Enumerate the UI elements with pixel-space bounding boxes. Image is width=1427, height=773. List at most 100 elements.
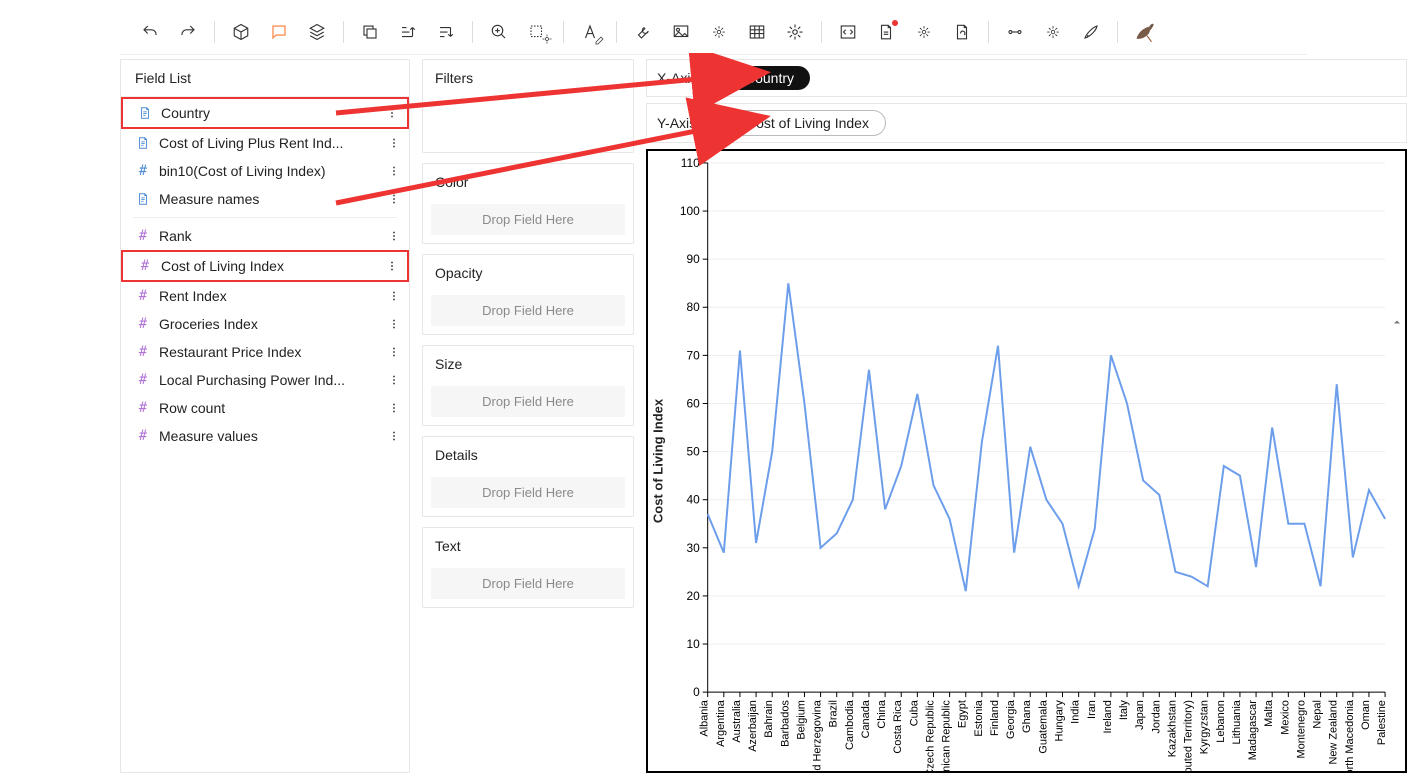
svg-text:100: 100: [680, 204, 700, 218]
more-icon[interactable]: [383, 106, 401, 120]
layers-icon[interactable]: [299, 16, 335, 48]
y-axis-bar[interactable]: Y-Axis Cost of Living Index: [646, 103, 1407, 143]
copy-icon[interactable]: [352, 16, 388, 48]
svg-text:50: 50: [686, 445, 700, 459]
more-icon[interactable]: [385, 429, 403, 443]
chart-area[interactable]: Cost of Living Index 0102030405060708090…: [646, 149, 1407, 773]
more-icon[interactable]: [385, 164, 403, 178]
resize-icon[interactable]: [519, 16, 555, 48]
details-drop[interactable]: Drop Field Here: [431, 477, 625, 508]
x-axis-label: X-Axis: [657, 70, 717, 86]
sort-asc-icon[interactable]: [390, 16, 426, 48]
color-drop[interactable]: Drop Field Here: [431, 204, 625, 235]
svg-text:Italy: Italy: [1118, 700, 1130, 721]
svg-text:20: 20: [686, 589, 700, 603]
doc-icon[interactable]: [868, 16, 904, 48]
field-label: Rent Index: [159, 288, 385, 304]
more-icon[interactable]: [385, 345, 403, 359]
x-axis-bar[interactable]: X-Axis Country: [646, 59, 1407, 97]
color-shelf: Color: [423, 164, 633, 196]
svg-text:Lebanon: Lebanon: [1215, 700, 1227, 743]
more-icon[interactable]: [385, 289, 403, 303]
svg-text:30: 30: [686, 541, 700, 555]
text-drop[interactable]: Drop Field Here: [431, 568, 625, 599]
field-row[interactable]: #Cost of Living Index: [121, 250, 409, 282]
toolbar: [120, 10, 1307, 55]
hash-icon: #: [135, 372, 151, 388]
scroll-up-icon[interactable]: [1391, 316, 1403, 342]
more-icon[interactable]: [385, 136, 403, 150]
field-row[interactable]: #Restaurant Price Index: [121, 338, 409, 366]
image-icon[interactable]: [663, 16, 699, 48]
svg-text:Kyrgyzstan: Kyrgyzstan: [1199, 700, 1211, 754]
more-icon[interactable]: [385, 317, 403, 331]
field-row[interactable]: Measure names: [121, 185, 409, 213]
svg-text:Guatemala: Guatemala: [1037, 699, 1049, 753]
field-row[interactable]: # Local Purchasing Power Ind...: [121, 366, 409, 394]
svg-text:40: 40: [686, 493, 700, 507]
more-icon[interactable]: [383, 259, 401, 273]
cube-icon[interactable]: [223, 16, 259, 48]
field-list-title: Field List: [121, 60, 409, 97]
svg-text:Japan: Japan: [1134, 700, 1146, 730]
field-label: Local Purchasing Power Ind...: [159, 372, 385, 388]
wrench-icon[interactable]: [625, 16, 661, 48]
opacity-drop[interactable]: Drop Field Here: [431, 295, 625, 326]
field-row[interactable]: #Rent Index: [121, 282, 409, 310]
sort-desc-icon[interactable]: [428, 16, 464, 48]
svg-text:Barbados: Barbados: [779, 700, 791, 747]
document-icon: [137, 105, 153, 121]
field-list-panel: Field List CountryCost of Living Plus Re…: [120, 59, 410, 773]
comment-icon[interactable]: [261, 16, 297, 48]
table-icon[interactable]: [739, 16, 775, 48]
x-axis-chip[interactable]: Country: [729, 66, 810, 90]
svg-text:Iran: Iran: [1086, 700, 1098, 719]
bird-icon[interactable]: [1126, 16, 1162, 48]
more-icon[interactable]: [385, 229, 403, 243]
field-row[interactable]: #Measure values: [121, 422, 409, 450]
code-icon[interactable]: [830, 16, 866, 48]
svg-text:Cuba: Cuba: [908, 699, 920, 726]
field-row[interactable]: Country: [121, 97, 409, 129]
svg-text:Bosnia And Herzegovina: Bosnia And Herzegovina: [812, 699, 824, 772]
svg-text:Azerbaijan: Azerbaijan: [747, 700, 759, 752]
more-icon[interactable]: [385, 192, 403, 206]
svg-text:Egypt: Egypt: [957, 700, 969, 728]
svg-text:Kazakhstan: Kazakhstan: [1166, 700, 1178, 757]
svg-text:Argentina: Argentina: [715, 699, 727, 747]
document-icon: [135, 191, 151, 207]
connect-settings-icon[interactable]: [1035, 16, 1071, 48]
svg-text:India: India: [1070, 699, 1082, 724]
more-icon[interactable]: [385, 373, 403, 387]
field-row[interactable]: #Groceries Index: [121, 310, 409, 338]
field-label: Measure values: [159, 428, 385, 444]
svg-text:Oman: Oman: [1360, 700, 1372, 730]
doc-settings-icon[interactable]: [906, 16, 942, 48]
details-shelf: Details: [423, 437, 633, 469]
size-drop[interactable]: Drop Field Here: [431, 386, 625, 417]
svg-text:Georgia: Georgia: [1005, 699, 1017, 739]
svg-text:Finland: Finland: [989, 700, 1001, 736]
gear-icon[interactable]: [777, 16, 813, 48]
y-axis-chip[interactable]: Cost of Living Index: [729, 110, 886, 136]
field-row[interactable]: #bin10(Cost of Living Index): [121, 157, 409, 185]
field-row[interactable]: #Row count: [121, 394, 409, 422]
svg-text:Montenegro: Montenegro: [1295, 700, 1307, 758]
brush-icon[interactable]: [1073, 16, 1109, 48]
zoom-in-icon[interactable]: [481, 16, 517, 48]
refresh-doc-icon[interactable]: [944, 16, 980, 48]
redo-icon[interactable]: [170, 16, 206, 48]
format-icon[interactable]: [572, 16, 608, 48]
undo-icon[interactable]: [132, 16, 168, 48]
more-icon[interactable]: [385, 401, 403, 415]
document-icon: [135, 135, 151, 151]
image-settings-icon[interactable]: [701, 16, 737, 48]
size-shelf: Size: [423, 346, 633, 378]
svg-text:China: China: [876, 699, 888, 728]
connect-icon[interactable]: [997, 16, 1033, 48]
opacity-shelf: Opacity: [423, 255, 633, 287]
svg-text:Hungary: Hungary: [1054, 700, 1066, 742]
field-row[interactable]: Cost of Living Plus Rent Ind...: [121, 129, 409, 157]
svg-text:70: 70: [686, 348, 700, 362]
field-row[interactable]: #Rank: [121, 222, 409, 250]
